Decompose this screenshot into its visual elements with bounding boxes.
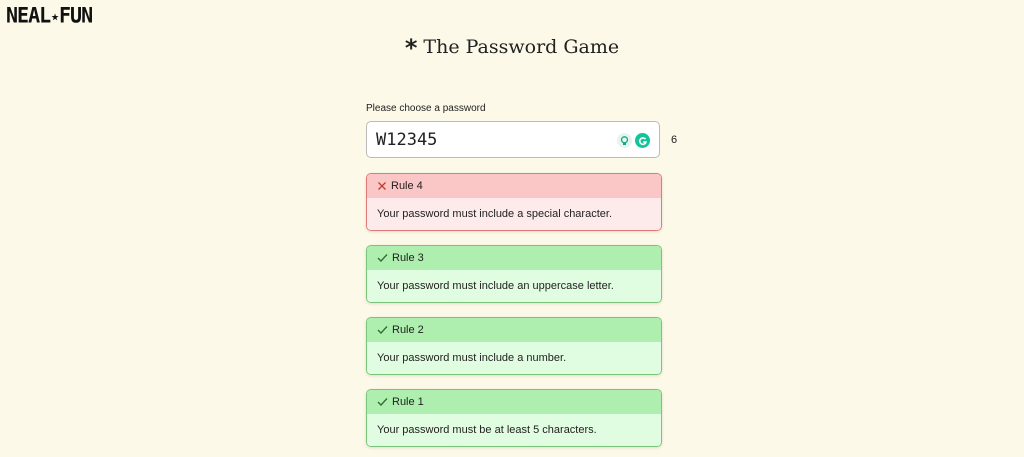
password-field[interactable] xyxy=(366,121,660,158)
password-input[interactable] xyxy=(376,130,596,150)
page-title: * The Password Game xyxy=(0,34,1024,62)
rule-description: Your password must include a number. xyxy=(367,342,661,374)
rule-title: Rule 3 xyxy=(392,252,424,264)
rule-card-2: Rule 2 Your password must include a numb… xyxy=(366,317,662,375)
rule-card-1: Rule 1 Your password must be at least 5 … xyxy=(366,389,662,447)
rule-description: Your password must include an uppercase … xyxy=(367,270,661,302)
site-logo[interactable]: NEAL★FUN xyxy=(6,2,93,28)
rule-title: Rule 1 xyxy=(392,396,424,408)
check-icon xyxy=(377,398,388,406)
title-asterisk: * xyxy=(404,34,418,62)
logo-text-left: NEAL xyxy=(6,2,51,28)
rule-header: Rule 4 xyxy=(367,174,661,198)
rule-card-4: Rule 4 Your password must include a spec… xyxy=(366,173,662,231)
logo-star: ★ xyxy=(51,8,59,25)
rule-card-3: Rule 3 Your password must include an upp… xyxy=(366,245,662,303)
check-icon xyxy=(377,326,388,334)
character-count: 6 xyxy=(671,134,678,146)
rule-description: Your password must include a special cha… xyxy=(367,198,661,230)
check-icon xyxy=(377,254,388,262)
rule-title: Rule 4 xyxy=(391,180,423,192)
rule-header: Rule 2 xyxy=(367,318,661,342)
cross-icon xyxy=(378,182,386,190)
rule-description: Your password must be at least 5 charact… xyxy=(367,414,661,446)
page-title-text: The Password Game xyxy=(423,36,620,58)
logo-text-right: FUN xyxy=(59,2,93,28)
rule-title: Rule 2 xyxy=(392,324,424,336)
grammarly-icon[interactable] xyxy=(635,133,650,148)
password-label: Please choose a password xyxy=(366,103,486,114)
rule-header: Rule 3 xyxy=(367,246,661,270)
lightbulb-icon[interactable] xyxy=(617,133,632,148)
rule-header: Rule 1 xyxy=(367,390,661,414)
extension-icons xyxy=(617,133,650,149)
